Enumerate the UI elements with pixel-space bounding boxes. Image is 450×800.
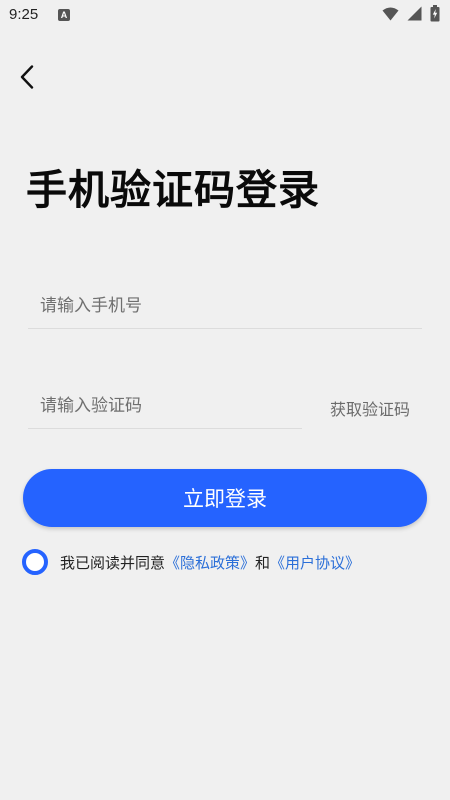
user-agreement-link[interactable]: 《用户协议》 bbox=[270, 554, 360, 572]
verification-code-input[interactable] bbox=[40, 396, 300, 416]
agree-radio[interactable] bbox=[22, 549, 48, 575]
back-button[interactable] bbox=[14, 64, 40, 94]
privacy-policy-link[interactable]: 《隐私政策》 bbox=[165, 554, 255, 572]
chevron-left-icon bbox=[20, 65, 34, 93]
status-icons bbox=[382, 4, 440, 26]
phone-field bbox=[28, 288, 422, 329]
a-notification-icon: A bbox=[58, 9, 70, 21]
get-code-button[interactable]: 获取验证码 bbox=[330, 396, 410, 420]
agreement-conjunction: 和 bbox=[255, 554, 271, 572]
battery-charging-icon bbox=[430, 4, 440, 26]
code-field bbox=[28, 388, 302, 429]
status-time: 9:25 bbox=[9, 6, 39, 23]
phone-input[interactable] bbox=[40, 296, 300, 316]
status-bar: 9:25 A bbox=[0, 0, 450, 32]
agreement-prefix: 我已阅读并同意 bbox=[60, 554, 166, 572]
agreement-text: 我已阅读并同意《隐私政策》和《用户协议》 bbox=[60, 552, 360, 573]
signal-icon bbox=[407, 6, 422, 25]
page-title: 手机验证码登录 bbox=[26, 166, 320, 214]
wifi-icon bbox=[382, 6, 399, 25]
login-button[interactable]: 立即登录 bbox=[23, 469, 427, 527]
